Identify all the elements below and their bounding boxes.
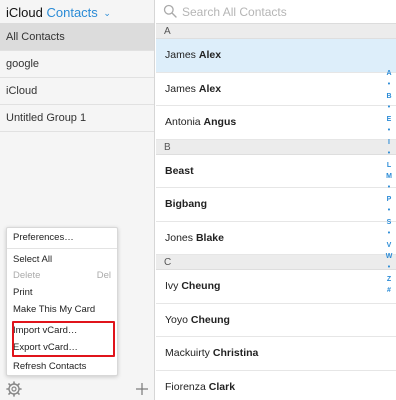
- contact-last-name: Alex: [198, 82, 222, 95]
- alphabet-index: A • B • E • I • L M • P • S • V W • Z #: [382, 68, 396, 297]
- vcard-highlight-box: [12, 321, 115, 357]
- contact-row[interactable]: Fiorenza Clark: [156, 371, 396, 400]
- alphabet-index-letter[interactable]: •: [382, 148, 396, 159]
- section-header: C: [156, 255, 396, 270]
- brand-label: iCloud: [6, 5, 43, 20]
- contact-first-name: Yoyo: [165, 313, 188, 326]
- contact-last-name: Alex: [198, 49, 222, 61]
- alphabet-index-letter[interactable]: Z: [382, 274, 396, 285]
- contact-row[interactable]: Antonia Angus: [156, 106, 396, 140]
- contact-list: A James Alex James Alex Antonia Angus B Beast…: [156, 24, 396, 400]
- menu-item-label: Select All: [13, 254, 53, 265]
- app-title[interactable]: iCloud Contacts ⌄: [0, 0, 154, 24]
- alphabet-index-letter[interactable]: S: [382, 217, 396, 228]
- add-contact-icon[interactable]: [134, 381, 150, 397]
- search-icon: [163, 4, 177, 18]
- contact-first-name: Fiorenza: [165, 380, 206, 393]
- menu-item[interactable]: Print: [13, 286, 111, 300]
- alphabet-index-letter[interactable]: •: [382, 79, 396, 90]
- alphabet-index-letter[interactable]: •: [382, 262, 396, 273]
- contact-last-name: Angus: [203, 116, 237, 128]
- gear-icon[interactable]: [6, 381, 22, 397]
- sidebar-group-item[interactable]: All Contacts: [0, 24, 154, 51]
- settings-menu: Preferences… Select All Delete Del Print Make…: [6, 227, 118, 376]
- contact-last-name: Clark: [208, 380, 236, 393]
- menu-item[interactable]: Select All: [13, 253, 111, 267]
- search-bar: [156, 0, 396, 24]
- alphabet-index-letter[interactable]: •: [382, 205, 396, 216]
- contact-last-name: Cheung: [190, 313, 230, 326]
- alphabet-index-letter[interactable]: •: [382, 182, 396, 193]
- contact-row[interactable]: James Alex: [156, 39, 396, 73]
- contact-row[interactable]: Beast: [156, 155, 396, 188]
- alphabet-index-letter[interactable]: E: [382, 114, 396, 125]
- contact-last-name: Bigbang: [165, 198, 207, 210]
- sidebar-footer: [0, 378, 155, 400]
- alphabet-index-letter[interactable]: M: [382, 171, 396, 182]
- alphabet-index-letter[interactable]: I: [382, 137, 396, 148]
- section-header: A: [156, 24, 396, 39]
- alphabet-index-letter[interactable]: W: [382, 251, 396, 262]
- search-input[interactable]: [182, 3, 362, 20]
- contact-first-name: James: [165, 49, 196, 61]
- menu-item: Delete Del: [13, 269, 111, 283]
- sidebar-group-item[interactable]: iCloud: [0, 78, 154, 105]
- contact-first-name: Jones: [165, 231, 194, 244]
- contacts-list-pane: AJames AlexJames AlexAntonia AngusBBeast…: [156, 0, 396, 400]
- contact-last-name: Blake: [195, 231, 224, 244]
- alphabet-index-letter[interactable]: A: [382, 68, 396, 79]
- menu-item-label: Delete: [13, 270, 41, 281]
- contact-row[interactable]: Ivy Cheung: [156, 270, 396, 304]
- sidebar-group-item[interactable]: google: [0, 51, 154, 78]
- menu-item-shortcut: Del: [96, 270, 111, 281]
- alphabet-index-letter[interactable]: •: [382, 228, 396, 239]
- alphabet-index-letter[interactable]: P: [382, 194, 396, 205]
- contact-row[interactable]: Bigbang: [156, 188, 396, 222]
- contact-row[interactable]: Yoyo Cheung: [156, 304, 396, 337]
- menu-item-label: Make This My Card: [13, 304, 96, 315]
- menu-item[interactable]: Make This My Card: [13, 303, 111, 317]
- contact-row[interactable]: Mackuirty Christina: [156, 337, 396, 371]
- contact-row[interactable]: James Alex: [156, 73, 396, 106]
- sidebar-group-item[interactable]: Untitled Group 1: [0, 105, 154, 132]
- menu-item-label: Print: [13, 287, 33, 298]
- alphabet-index-letter[interactable]: #: [382, 285, 396, 296]
- contact-first-name: Mackuirty: [165, 347, 210, 359]
- contact-last-name: Christina: [212, 347, 259, 359]
- alphabet-index-letter[interactable]: B: [382, 91, 396, 102]
- chevron-down-icon[interactable]: ⌄: [103, 8, 111, 18]
- contact-row[interactable]: Jones Blake: [156, 222, 396, 255]
- alphabet-index-letter[interactable]: V: [382, 240, 396, 251]
- menu-divider: [7, 248, 117, 249]
- menu-item-label: Refresh Contacts: [13, 361, 87, 372]
- alphabet-index-letter[interactable]: •: [382, 125, 396, 136]
- contact-last-name: Cheung: [181, 280, 221, 292]
- app-name-label: Contacts: [46, 5, 98, 20]
- alphabet-index-letter[interactable]: •: [382, 102, 396, 113]
- alphabet-index-letter[interactable]: L: [382, 160, 396, 171]
- contact-first-name: James: [165, 82, 196, 95]
- section-header: B: [156, 139, 396, 155]
- contact-first-name: Ivy: [165, 280, 179, 292]
- menu-item[interactable]: Preferences…: [13, 231, 111, 245]
- contact-last-name: Beast: [165, 164, 194, 177]
- menu-item-label: Preferences…: [13, 232, 74, 243]
- contact-first-name: Antonia: [165, 116, 201, 128]
- menu-item[interactable]: Refresh Contacts: [13, 360, 111, 374]
